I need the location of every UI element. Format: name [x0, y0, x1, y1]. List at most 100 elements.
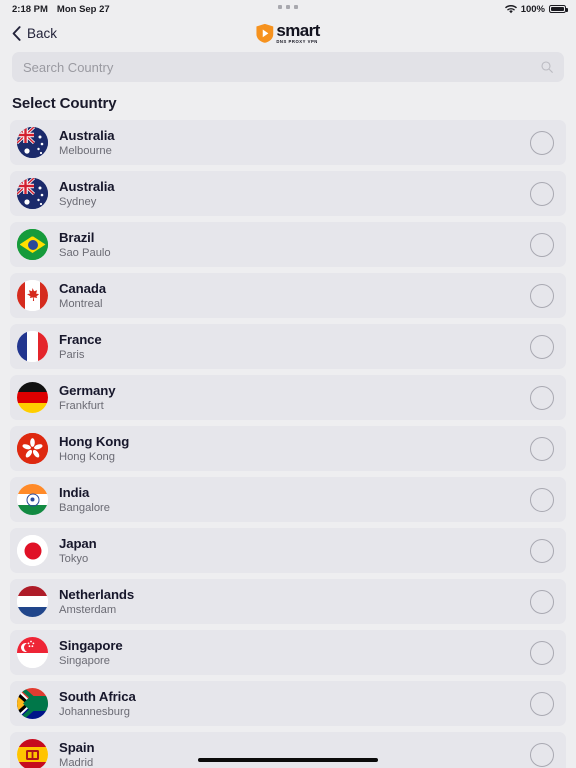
country-name: Japan [59, 536, 97, 551]
flag-icon-fr [17, 331, 48, 362]
shield-play-icon [256, 23, 274, 43]
radio-unchecked-icon[interactable] [530, 181, 554, 206]
country-labels: Spain Madrid [59, 740, 95, 768]
country-labels: Canada Montreal [59, 281, 106, 310]
radio-unchecked-icon[interactable] [530, 742, 554, 767]
wifi-icon [504, 4, 517, 13]
country-name: Germany [59, 383, 116, 398]
country-labels: Netherlands Amsterdam [59, 587, 134, 616]
app-logo: smart DNS PROXY VPN [256, 20, 320, 44]
radio-unchecked-icon[interactable] [530, 691, 554, 716]
country-city: Frankfurt [59, 400, 104, 412]
flag-icon-hk [17, 433, 48, 464]
status-bar: 2:18 PM Mon Sep 27 100% [0, 0, 576, 18]
logo-tagline: DNS PROXY VPN [276, 38, 318, 44]
radio-unchecked-icon[interactable] [530, 538, 554, 563]
search-section [0, 48, 576, 82]
country-name: Spain [59, 740, 95, 755]
chevron-left-icon [12, 25, 21, 41]
country-row[interactable]: Germany Frankfurt [10, 375, 566, 420]
country-name: Canada [59, 281, 107, 296]
country-name: Australia [59, 128, 115, 143]
radio-unchecked-icon[interactable] [530, 385, 554, 410]
flag-icon-br [17, 229, 48, 260]
country-list: Australia Melbourne Australia Sydney Brazil S… [0, 120, 576, 768]
radio-unchecked-icon[interactable] [530, 436, 554, 461]
country-row[interactable]: Canada Montreal [10, 273, 566, 318]
country-row[interactable]: South Africa Johannesburg [10, 681, 566, 726]
flag-icon-za [17, 688, 48, 719]
radio-unchecked-icon[interactable] [530, 589, 554, 614]
country-name: South Africa [59, 689, 136, 704]
country-name: Hong Kong [59, 434, 130, 449]
radio-unchecked-icon[interactable] [530, 334, 554, 359]
country-row[interactable]: Australia Melbourne [10, 120, 566, 165]
country-name: India [59, 485, 90, 500]
flag-icon-ca [17, 280, 48, 311]
country-labels: Singapore Singapore [59, 638, 123, 667]
home-indicator [198, 758, 378, 762]
country-labels: Brazil Sao Paulo [59, 230, 111, 259]
country-city: Sydney [59, 196, 97, 208]
multitask-dots-icon[interactable] [278, 5, 298, 9]
country-city: Melbourne [59, 145, 112, 157]
back-button[interactable]: Back [12, 26, 57, 41]
country-name: Netherlands [59, 587, 135, 602]
app-root: 2:18 PM Mon Sep 27 100% Back smart DNS P… [0, 0, 576, 768]
status-time: 2:18 PM [12, 3, 48, 15]
country-city: Sao Paulo [59, 247, 111, 259]
search-icon[interactable] [541, 61, 553, 73]
radio-unchecked-icon[interactable] [530, 232, 554, 257]
section-title: Select Country [12, 95, 117, 112]
nav-bar: Back smart DNS PROXY VPN [0, 18, 576, 48]
country-city: Montreal [59, 298, 103, 310]
country-name: Singapore [59, 638, 123, 653]
country-row[interactable]: India Bangalore [10, 477, 566, 522]
country-row[interactable]: Brazil Sao Paulo [10, 222, 566, 267]
country-city: Johannesburg [59, 706, 130, 718]
search-input[interactable] [23, 59, 541, 75]
flag-icon-es [17, 739, 48, 768]
flag-icon-au [17, 127, 48, 158]
country-name: Australia [59, 179, 115, 194]
country-row[interactable]: Singapore Singapore [10, 630, 566, 675]
logo-text: smart DNS PROXY VPN [276, 20, 320, 44]
flag-icon-de [17, 382, 48, 413]
search-field[interactable] [12, 52, 564, 82]
radio-unchecked-icon[interactable] [530, 640, 554, 665]
status-date: Mon Sep 27 [56, 3, 110, 15]
status-bar-right: 100% [504, 3, 568, 15]
country-city: Paris [59, 349, 85, 361]
flag-icon-in [17, 484, 48, 515]
country-labels: Hong Kong Hong Kong [59, 434, 129, 463]
flag-icon-sg [17, 637, 48, 668]
country-labels: Japan Tokyo [59, 536, 97, 565]
flag-icon-nl [17, 586, 48, 617]
logo-brand-name: smart [276, 20, 320, 40]
country-city: Hong Kong [59, 451, 115, 463]
country-row[interactable]: Netherlands Amsterdam [10, 579, 566, 624]
country-city: Tokyo [59, 553, 89, 565]
country-name: France [59, 332, 102, 347]
country-labels: France Paris [59, 332, 102, 361]
country-row[interactable]: Japan Tokyo [10, 528, 566, 573]
radio-unchecked-icon[interactable] [530, 130, 554, 155]
country-row[interactable]: Spain Madrid [10, 732, 566, 768]
country-row[interactable]: France Paris [10, 324, 566, 369]
country-labels: Australia Melbourne [59, 128, 115, 157]
country-city: Amsterdam [59, 604, 117, 616]
flag-icon-au [17, 178, 48, 209]
country-city: Bangalore [59, 502, 111, 514]
flag-icon-jp [17, 535, 48, 566]
country-row[interactable]: Hong Kong Hong Kong [10, 426, 566, 471]
country-name: Brazil [59, 230, 95, 245]
back-button-label: Back [27, 25, 58, 41]
country-labels: Australia Sydney [59, 179, 115, 208]
country-row[interactable]: Australia Sydney [10, 171, 566, 216]
country-labels: South Africa Johannesburg [59, 689, 136, 718]
battery-percent: 100% [520, 3, 545, 15]
battery-full-icon [549, 4, 568, 14]
radio-unchecked-icon[interactable] [530, 487, 554, 512]
status-bar-left: 2:18 PM Mon Sep 27 [12, 4, 110, 15]
radio-unchecked-icon[interactable] [530, 283, 554, 308]
